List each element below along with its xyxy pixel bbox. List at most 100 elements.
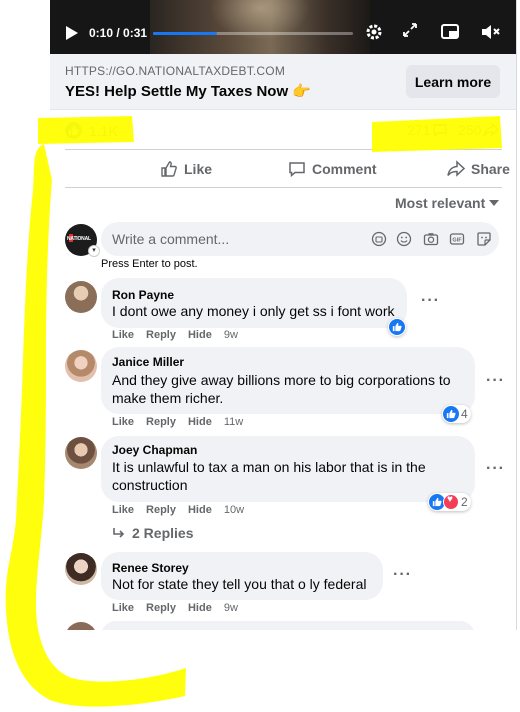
replies-label: 2 Replies xyxy=(132,525,194,541)
camera-icon[interactable] xyxy=(423,231,439,247)
share-count-value: 250 xyxy=(458,122,482,138)
sort-label: Most relevant xyxy=(395,195,486,211)
mute-icon[interactable] xyxy=(480,22,502,46)
comment-author[interactable]: Janice Miller xyxy=(112,355,184,369)
link-domain: HTTPS://GO.NATIONALTAXDEBT.COM xyxy=(65,64,286,78)
comment-like-link[interactable]: Like xyxy=(112,416,134,428)
view-replies-link[interactable]: 2 Replies xyxy=(112,525,193,541)
share-button[interactable]: Share xyxy=(447,152,510,186)
video-controls: 0:10 / 0:31 xyxy=(50,18,516,48)
avatar[interactable] xyxy=(65,622,97,630)
miniplayer-icon[interactable] xyxy=(440,22,460,46)
video-progress-fill xyxy=(153,32,217,35)
comment-placeholder: Write a comment... xyxy=(112,231,230,247)
comment-hide-link[interactable]: Hide xyxy=(188,602,212,614)
comment-reactions[interactable]: 2 xyxy=(428,493,471,511)
video-progress-bar[interactable] xyxy=(153,32,353,35)
comment-icon xyxy=(289,162,305,178)
post-panel: 0:10 / 0:31 HTTPS://GO.NATIONALTAXDEBT.C… xyxy=(50,0,517,630)
share-arrow-icon xyxy=(483,122,500,137)
comment-count-value: 271 xyxy=(407,122,431,138)
fullscreen-icon[interactable] xyxy=(402,22,418,42)
share-label: Share xyxy=(471,161,510,177)
comment-reaction-count: 4 xyxy=(461,407,468,421)
comment-timestamp[interactable]: 9w xyxy=(224,602,238,614)
pointing-hand-icon: 👉 xyxy=(292,83,311,100)
link-title-text: YES! Help Settle My Taxes Now xyxy=(65,83,289,100)
comment-meta: Like Reply Hide 9w xyxy=(112,602,250,614)
reaction-count[interactable]: 1.1K xyxy=(89,123,118,139)
like-label: Like xyxy=(184,161,213,177)
like-reaction-icon xyxy=(389,319,405,335)
love-reaction-icon xyxy=(443,494,459,510)
comment-text: I dont owe any money i only get ss i fon… xyxy=(112,303,395,319)
more-options-icon[interactable]: ··· xyxy=(421,292,440,310)
comment-text: Not for state they tell you that o ly fe… xyxy=(112,576,367,592)
gif-icon[interactable]: GIF xyxy=(449,231,465,247)
avatar[interactable] xyxy=(65,350,97,382)
video-time: 0:10 / 0:31 xyxy=(89,26,148,40)
sort-dropdown[interactable]: Most relevant xyxy=(395,195,500,211)
comment-hide-link[interactable]: Hide xyxy=(188,416,212,428)
comment-reply-link[interactable]: Reply xyxy=(146,416,176,428)
chevron-down-icon xyxy=(489,200,500,206)
chevron-down-icon[interactable]: ▾ xyxy=(88,245,100,257)
play-icon[interactable] xyxy=(66,26,78,40)
composer-hint: Press Enter to post. xyxy=(101,258,198,270)
comment-timestamp[interactable]: 10w xyxy=(224,504,244,516)
comment-timestamp[interactable]: 9w xyxy=(224,329,238,341)
comment-reply-link[interactable]: Reply xyxy=(146,329,176,341)
comment-author[interactable]: Ron Payne xyxy=(112,288,174,302)
link-preview[interactable]: HTTPS://GO.NATIONALTAXDEBT.COM YES! Help… xyxy=(50,54,516,110)
comment-meta: Like Reply Hide 10w xyxy=(112,504,256,516)
thumbs-up-icon xyxy=(161,161,177,177)
comment-reply-link[interactable]: Reply xyxy=(146,602,176,614)
comment-like-link[interactable]: Like xyxy=(112,602,134,614)
reply-arrow-icon xyxy=(113,528,125,538)
comment-text-line: It is unlawful to tax a man on his labor… xyxy=(112,459,426,475)
comment-text-line: construction xyxy=(112,477,188,493)
comment-hide-link[interactable]: Hide xyxy=(188,329,212,341)
avatar-sticker-icon[interactable] xyxy=(371,231,387,247)
like-reaction-icon[interactable] xyxy=(65,122,82,139)
like-button[interactable]: Like xyxy=(160,152,212,186)
divider xyxy=(65,149,502,150)
comment-text-line: And they give away billions more to big … xyxy=(112,372,451,388)
avatar[interactable] xyxy=(65,553,97,585)
comment-author[interactable]: Joey Chapman xyxy=(112,443,197,457)
video-player[interactable]: 0:10 / 0:31 xyxy=(50,0,516,54)
post-stats: 1.1K 271 250 xyxy=(65,118,502,142)
comment-timestamp[interactable]: 11w xyxy=(224,416,243,428)
avatar[interactable] xyxy=(65,281,97,313)
avatar[interactable] xyxy=(65,437,97,469)
svg-text:GIF: GIF xyxy=(452,238,462,244)
emoji-icon[interactable] xyxy=(396,231,412,247)
comment-text-line: make them richer. xyxy=(112,390,224,406)
comment-reactions[interactable]: 4 xyxy=(442,405,471,423)
sticker-icon[interactable] xyxy=(476,231,492,247)
link-title[interactable]: YES! Help Settle My Taxes Now 👉 xyxy=(65,82,311,100)
comment-meta: Like Reply Hide 11w xyxy=(112,416,255,428)
learn-more-button[interactable]: Learn more xyxy=(406,65,500,98)
comment-label: Comment xyxy=(312,161,377,177)
more-options-icon[interactable]: ··· xyxy=(486,460,505,478)
comment-button[interactable]: Comment xyxy=(288,152,377,186)
more-options-icon[interactable]: ··· xyxy=(393,566,412,584)
gear-icon[interactable] xyxy=(364,22,384,46)
comment-reply-link[interactable]: Reply xyxy=(146,504,176,516)
page-avatar-text: NATIONAL xyxy=(67,236,91,242)
comment-reaction-count: 2 xyxy=(461,495,468,509)
comment-like-link[interactable]: Like xyxy=(112,504,134,516)
comment-reactions[interactable] xyxy=(388,318,406,336)
action-bar: Like Comment Share xyxy=(65,152,510,186)
share-count[interactable]: 250 xyxy=(458,122,500,138)
divider xyxy=(65,187,502,188)
share-icon xyxy=(447,160,465,177)
comment-hide-link[interactable]: Hide xyxy=(188,504,212,516)
comment-like-link[interactable]: Like xyxy=(112,329,134,341)
comment-count[interactable]: 271 xyxy=(407,122,448,138)
comment-author[interactable]: Renee Storey xyxy=(112,561,189,575)
comment-meta: Like Reply Hide 9w xyxy=(112,329,250,341)
more-options-icon[interactable]: ··· xyxy=(486,372,505,390)
like-reaction-icon xyxy=(443,406,459,422)
